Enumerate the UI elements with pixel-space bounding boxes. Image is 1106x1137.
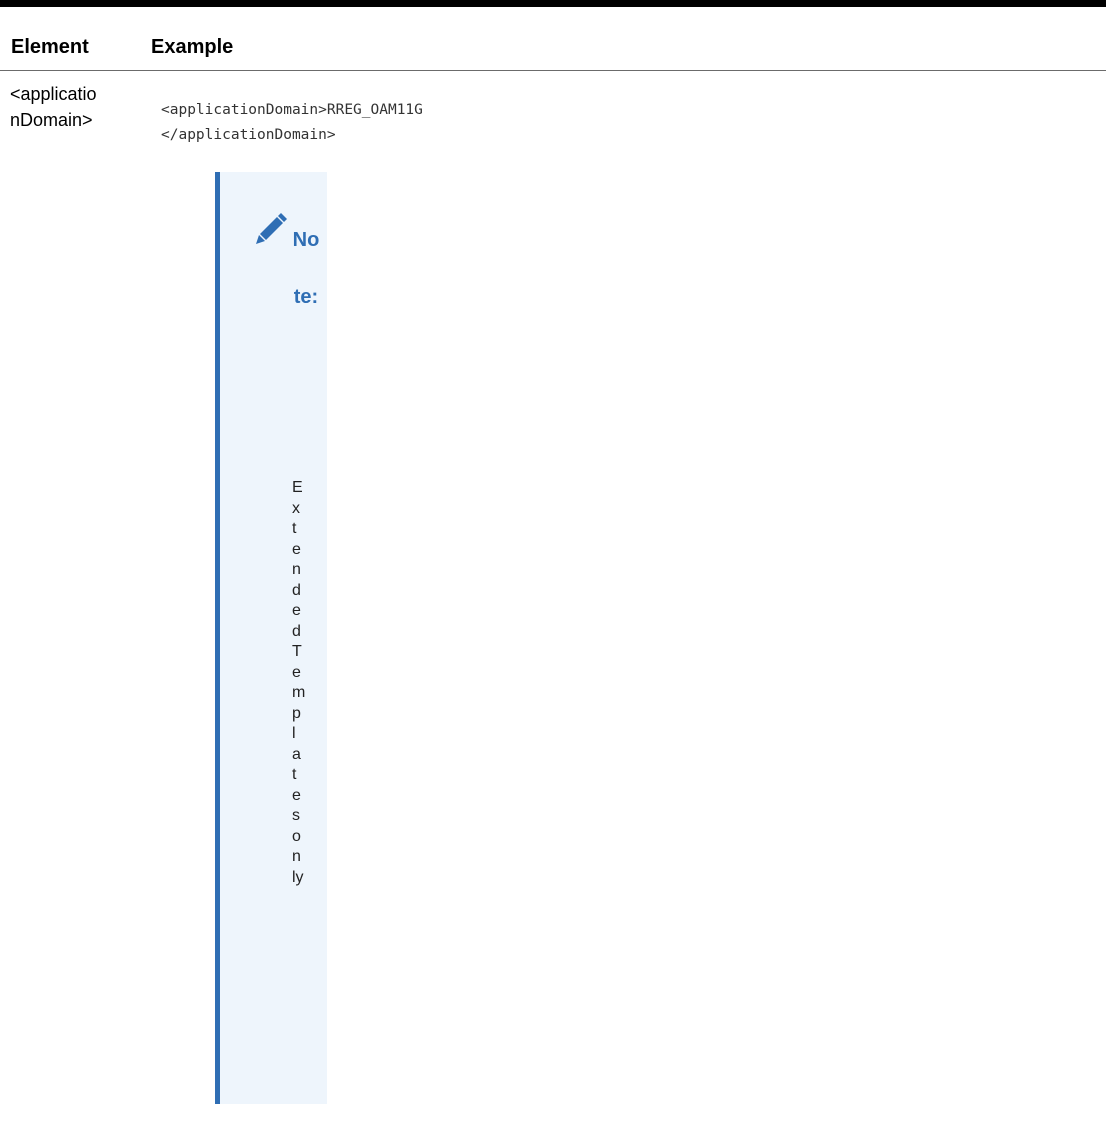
code-line: </applicationDomain> <box>161 127 336 143</box>
pencil-icon <box>256 213 287 244</box>
column-header-example: Example <box>151 36 234 58</box>
header-divider <box>0 70 1106 71</box>
element-name-cell: <applicatio nDomain> <box>10 81 130 133</box>
column-header-element: Element <box>11 36 89 58</box>
note-callout: Note: ExtendedTemplates only <box>215 172 327 1104</box>
note-text: ExtendedTemplates only <box>292 479 306 886</box>
code-line: <applicationDomain>RREG_OAM11G <box>161 102 423 118</box>
element-name-line: <applicatio <box>10 84 97 104</box>
element-name-line: nDomain> <box>10 110 93 130</box>
note-label: Note: <box>292 229 320 308</box>
example-code-cell: <applicationDomain>RREG_OAM11G </applica… <box>161 98 423 148</box>
top-rule <box>0 0 1106 7</box>
